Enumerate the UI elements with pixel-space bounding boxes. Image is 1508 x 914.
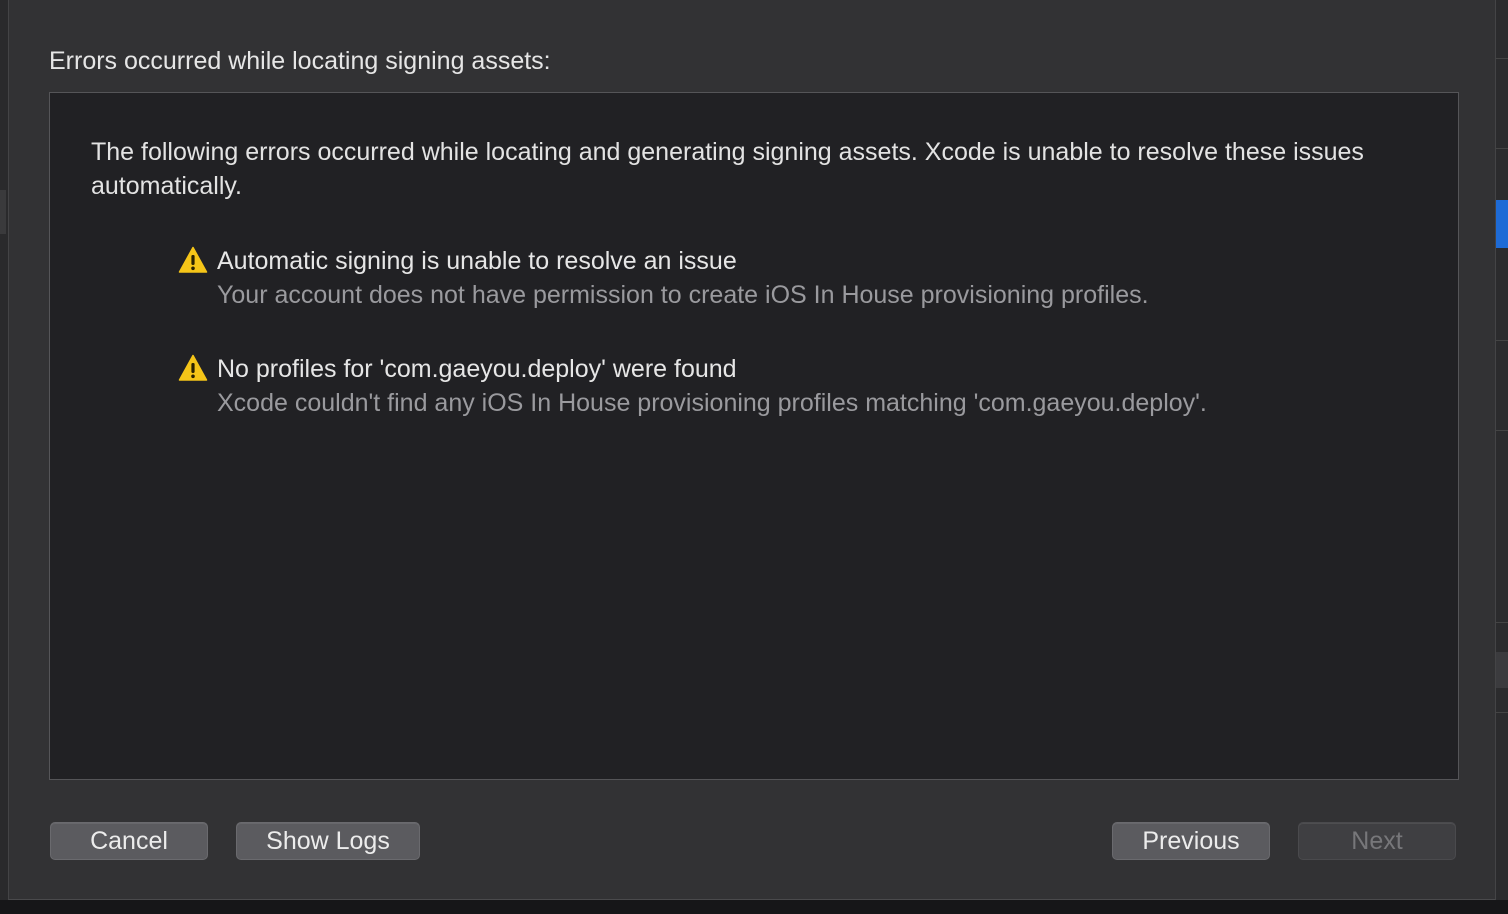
issue-title: Automatic signing is unable to resolve a… xyxy=(217,247,737,275)
signing-errors-sheet: Errors occurred while locating signing a… xyxy=(8,0,1496,900)
sheet-title: Errors occurred while locating signing a… xyxy=(49,47,551,75)
background-window-right-edge xyxy=(1496,0,1508,914)
issue-detail: Your account does not have permission to… xyxy=(217,281,1149,309)
previous-button[interactable]: Previous xyxy=(1112,822,1270,860)
background-selected-row xyxy=(1496,200,1508,248)
issue-detail: Xcode couldn't find any iOS In House pro… xyxy=(217,389,1207,417)
warning-icon xyxy=(178,354,208,381)
errors-panel: The following errors occurred while loca… xyxy=(49,92,1459,780)
cancel-button[interactable]: Cancel xyxy=(50,822,208,860)
show-logs-button[interactable]: Show Logs xyxy=(236,822,420,860)
background-window-left-edge xyxy=(0,0,8,914)
next-button[interactable]: Next xyxy=(1298,822,1456,860)
background-divider xyxy=(1496,340,1508,341)
background-window-left-marker xyxy=(0,190,6,234)
background-divider xyxy=(1496,622,1508,623)
background-divider xyxy=(1496,58,1508,59)
background-divider xyxy=(1496,430,1508,431)
background-divider xyxy=(1496,148,1508,149)
issue-title: No profiles for 'com.gaeyou.deploy' were… xyxy=(217,355,737,383)
background-window-bottom-edge xyxy=(0,900,1508,914)
warning-icon xyxy=(178,246,208,273)
background-control xyxy=(1496,652,1508,688)
intro-text: The following errors occurred while loca… xyxy=(91,138,1364,200)
background-divider xyxy=(1496,712,1508,713)
